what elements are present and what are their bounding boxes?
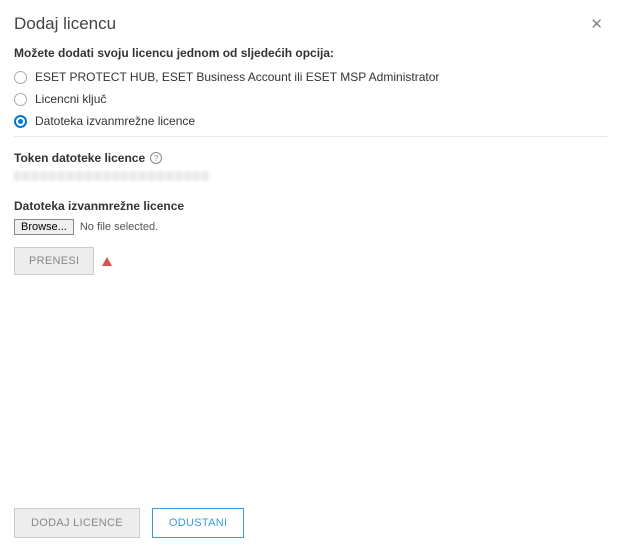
dialog-title: Dodaj licencu: [14, 14, 116, 34]
divider: [14, 136, 607, 137]
option-offline-label: Datoteka izvanmrežne licence: [35, 114, 195, 128]
intro-text: Možete dodati svoju licencu jednom od sl…: [14, 46, 607, 60]
dialog-header: Dodaj licencu ✕: [0, 0, 621, 46]
help-icon[interactable]: ?: [150, 152, 162, 164]
option-key-label: Licencni ključ: [35, 92, 106, 106]
option-license-key[interactable]: Licencni ključ: [14, 92, 607, 106]
no-file-text: No file selected.: [80, 221, 158, 233]
dialog-footer: DODAJ LICENCE ODUSTANI: [0, 496, 621, 550]
license-option-group: ESET PROTECT HUB, ESET Business Account …: [14, 70, 607, 128]
file-picker-row: Browse... No file selected.: [14, 219, 607, 235]
radio-icon: [14, 71, 27, 84]
token-label-text: Token datoteke licence: [14, 151, 145, 165]
option-hub[interactable]: ESET PROTECT HUB, ESET Business Account …: [14, 70, 607, 84]
upload-row: PRENESI: [14, 247, 607, 275]
token-value-obscured: [14, 171, 209, 181]
cancel-button[interactable]: ODUSTANI: [152, 508, 244, 538]
add-license-button[interactable]: DODAJ LICENCE: [14, 508, 140, 538]
option-hub-label: ESET PROTECT HUB, ESET Business Account …: [35, 70, 439, 84]
dialog-content: Možete dodati svoju licencu jednom od sl…: [0, 46, 621, 496]
radio-icon-selected: [14, 115, 27, 128]
upload-button[interactable]: PRENESI: [14, 247, 94, 275]
token-section-label: Token datoteke licence ?: [14, 151, 607, 165]
option-offline-file[interactable]: Datoteka izvanmrežne licence: [14, 114, 607, 128]
radio-icon: [14, 93, 27, 106]
browse-button[interactable]: Browse...: [14, 219, 74, 235]
offline-file-label: Datoteka izvanmrežne licence: [14, 199, 607, 213]
warning-icon: [102, 257, 112, 266]
close-icon[interactable]: ✕: [590, 17, 603, 32]
